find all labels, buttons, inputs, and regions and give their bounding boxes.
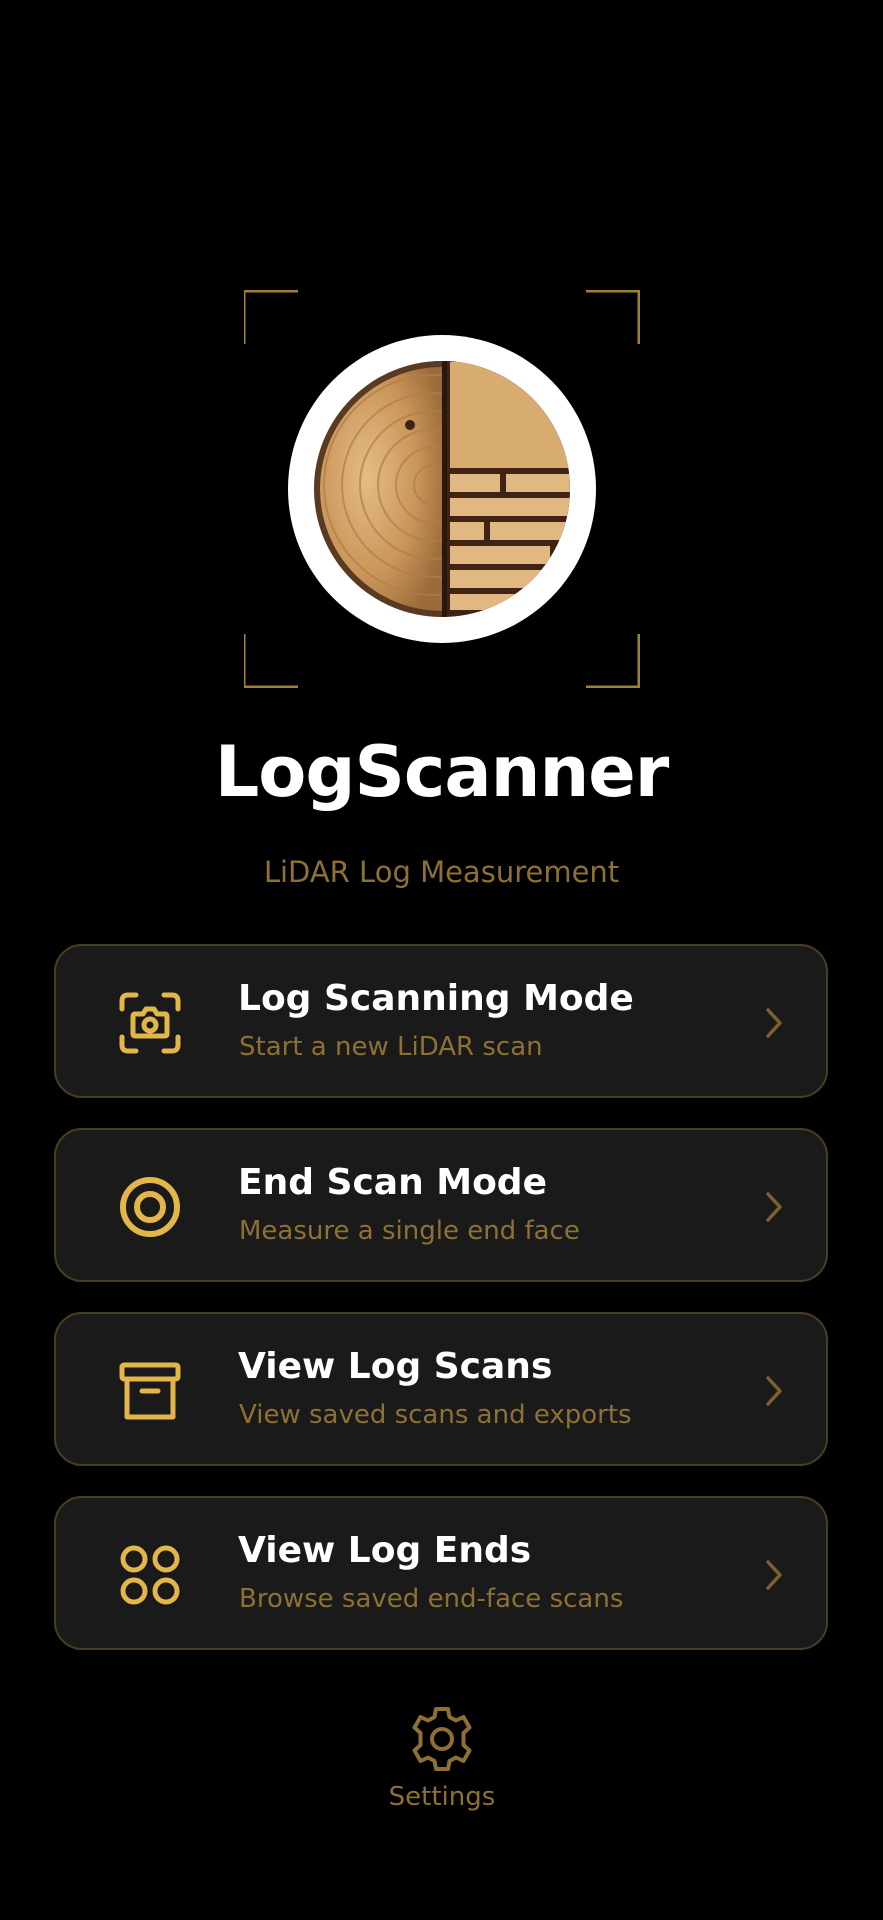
card-subtitle: View saved scans and exports — [239, 1400, 632, 1430]
chevron-right-icon — [764, 1559, 784, 1591]
card-title: View Log Ends — [238, 1530, 532, 1571]
log-scanning-mode-button[interactable]: Log Scanning Mode Start a new LiDAR scan — [54, 944, 828, 1098]
archive-box-icon — [118, 1359, 182, 1423]
card-subtitle: Browse saved end-face scans — [239, 1584, 624, 1614]
card-title: End Scan Mode — [238, 1162, 547, 1203]
grid-circles-icon — [118, 1543, 182, 1607]
view-log-ends-button[interactable]: View Log Ends Browse saved end-face scan… — [54, 1496, 828, 1650]
camera-scan-icon — [118, 991, 182, 1055]
app-subtitle: LiDAR Log Measurement — [263, 855, 620, 889]
card-title: View Log Scans — [238, 1346, 553, 1387]
card-title: Log Scanning Mode — [238, 978, 634, 1019]
chevron-right-icon — [764, 1375, 784, 1407]
target-icon — [118, 1175, 182, 1239]
chevron-right-icon — [764, 1007, 784, 1039]
chevron-right-icon — [764, 1191, 784, 1223]
settings-button[interactable]: Settings — [360, 1696, 524, 1820]
gear-icon — [407, 1704, 477, 1774]
end-scan-mode-button[interactable]: End Scan Mode Measure a single end face — [54, 1128, 828, 1282]
card-subtitle: Measure a single end face — [239, 1216, 580, 1246]
settings-label: Settings — [388, 1782, 496, 1812]
app-logo — [244, 290, 640, 688]
card-subtitle: Start a new LiDAR scan — [239, 1032, 543, 1062]
view-log-scans-button[interactable]: View Log Scans View saved scans and expo… — [54, 1312, 828, 1466]
app-title: LogScanner — [214, 731, 670, 813]
